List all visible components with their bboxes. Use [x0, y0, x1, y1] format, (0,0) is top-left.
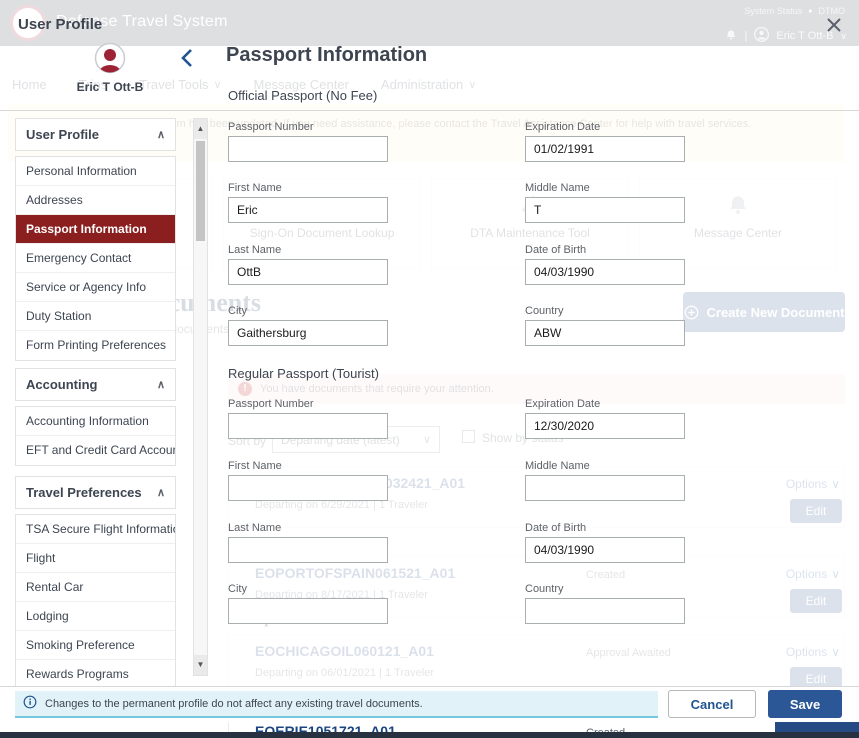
last-name-input-tourist[interactable] [228, 537, 388, 563]
country-label: Country [525, 305, 564, 317]
sidebar-item-form-printing-preferences[interactable]: Form Printing Preferences [16, 331, 175, 360]
sidebar-item-emergency-contact[interactable]: Emergency Contact [16, 244, 175, 273]
header-divider [0, 110, 859, 111]
sidebar-item-rental-car[interactable]: Rental Car [16, 573, 175, 602]
close-icon[interactable] [820, 12, 848, 40]
save-button[interactable]: Save [768, 690, 842, 718]
page-footer [0, 732, 859, 738]
passport-number-input-official[interactable] [228, 136, 388, 162]
first-name-input-tourist[interactable] [228, 475, 388, 501]
modal-title: User Profile [18, 16, 102, 33]
middle-name-input-tourist[interactable] [525, 475, 685, 501]
date-of-birth-label: Date of Birth [525, 244, 586, 256]
last-name-input-official[interactable] [228, 259, 388, 285]
info-banner-text: Changes to the permanent profile do not … [45, 698, 423, 710]
first-name-label: First Name [228, 182, 282, 194]
sidebar-item-addresses[interactable]: Addresses [16, 186, 175, 215]
scroll-up-icon[interactable]: ▲ [194, 119, 207, 139]
modal-footer: Changes to the permanent profile do not … [0, 686, 859, 722]
modal-scrollbar[interactable]: ▲ ▼ [193, 118, 208, 676]
sidebar-list-accounting: Accounting Information EFT and Credit Ca… [15, 406, 176, 466]
sidebar-item-tsa-secure-flight-information[interactable]: TSA Secure Flight Information [16, 515, 175, 544]
passport-number-input-tourist[interactable] [228, 413, 388, 439]
last-name-label: Last Name [228, 244, 281, 256]
country-label: Country [525, 583, 564, 595]
sidebar-item-service-or-agency-info[interactable]: Service or Agency Info [16, 273, 175, 302]
back-chevron-icon[interactable] [176, 47, 196, 71]
sidebar-group-user-profile[interactable]: User Profile ∧ [15, 118, 176, 151]
date-of-birth-input-official[interactable] [525, 259, 685, 285]
city-label: City [228, 305, 247, 317]
middle-name-label: Middle Name [525, 460, 590, 472]
sidebar-item-smoking-preference[interactable]: Smoking Preference [16, 631, 175, 660]
sidebar-item-rewards-programs[interactable]: Rewards Programs [16, 660, 175, 689]
date-of-birth-input-tourist[interactable] [525, 537, 685, 563]
screen: Defense Travel System System Status ● DT… [0, 0, 859, 738]
passport-number-label: Passport Number [228, 121, 314, 133]
chevron-up-icon: ∧ [157, 378, 165, 391]
modal-page-heading: Passport Information [226, 44, 427, 67]
chevron-up-icon: ∧ [157, 486, 165, 499]
sidebar-item-personal-information[interactable]: Personal Information [16, 157, 175, 186]
sidebar-item-lodging[interactable]: Lodging [16, 602, 175, 631]
sidebar-item-accounting-information[interactable]: Accounting Information [16, 407, 175, 436]
sidebar-group-label: User Profile [26, 127, 99, 142]
expiration-date-input-tourist[interactable] [525, 413, 685, 439]
sidebar-item-flight[interactable]: Flight [16, 544, 175, 573]
passport-number-label: Passport Number [228, 398, 314, 410]
city-label: City [228, 583, 247, 595]
country-input-tourist[interactable] [525, 598, 685, 624]
info-icon [23, 695, 37, 712]
sidebar-list-travel-preferences: TSA Secure Flight Information Flight Ren… [15, 514, 176, 690]
date-of-birth-label: Date of Birth [525, 522, 586, 534]
last-name-label: Last Name [228, 522, 281, 534]
first-name-label: First Name [228, 460, 282, 472]
info-banner: Changes to the permanent profile do not … [15, 691, 658, 718]
sidebar-list-user-profile: Personal Information Addresses Passport … [15, 156, 176, 361]
first-name-input-official[interactable] [228, 197, 388, 223]
profile-user-name: Eric T Ott-B [62, 80, 158, 94]
sidebar-item-passport-information[interactable]: Passport Information [16, 215, 175, 244]
cancel-button[interactable]: Cancel [668, 690, 756, 718]
sidebar-item-eft-and-credit-card-accounts[interactable]: EFT and Credit Card Accounts [16, 436, 175, 465]
sidebar-group-travel-preferences[interactable]: Travel Preferences ∧ [15, 476, 176, 509]
expiration-date-label: Expiration Date [525, 398, 600, 410]
sidebar-group-accounting[interactable]: Accounting ∧ [15, 368, 176, 401]
sidebar-group-label: Accounting [26, 377, 98, 392]
profile-avatar [94, 42, 126, 79]
scroll-down-icon[interactable]: ▼ [194, 655, 207, 675]
city-input-official[interactable] [228, 320, 388, 346]
country-input-official[interactable] [525, 320, 685, 346]
city-input-tourist[interactable] [228, 598, 388, 624]
section-heading-official: Official Passport (No Fee) [228, 88, 377, 103]
section-heading-tourist: Regular Passport (Tourist) [228, 366, 379, 381]
middle-name-label: Middle Name [525, 182, 590, 194]
chevron-up-icon: ∧ [157, 128, 165, 141]
expiration-date-label: Expiration Date [525, 121, 600, 133]
sidebar-group-label: Travel Preferences [26, 485, 142, 500]
middle-name-input-official[interactable] [525, 197, 685, 223]
expiration-date-input-official[interactable] [525, 136, 685, 162]
sidebar-item-duty-station[interactable]: Duty Station [16, 302, 175, 331]
scrollbar-thumb[interactable] [196, 141, 205, 241]
